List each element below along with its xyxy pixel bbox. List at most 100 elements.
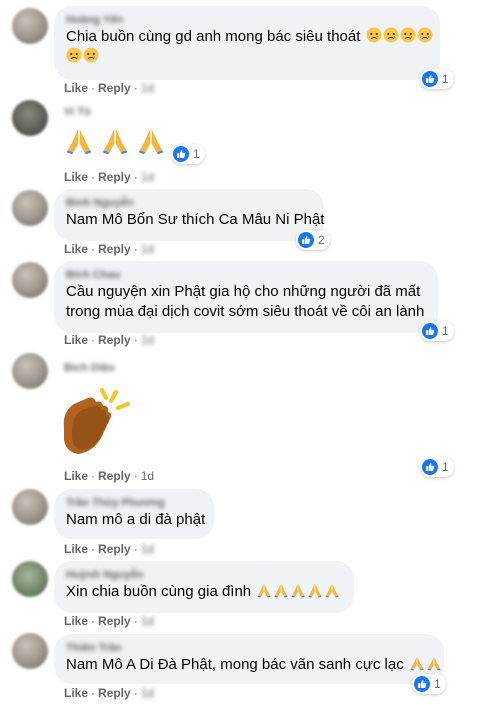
comment-text: Nam Mô Bổn Sư thích Ca Mâu Ni Phật <box>66 211 325 228</box>
separator: · <box>133 614 138 628</box>
separator: · <box>133 469 138 483</box>
comment-author[interactable]: Huỳnh Nguyễn <box>66 569 342 582</box>
avatar[interactable] <box>12 100 48 136</box>
reply-link[interactable]: Reply <box>98 333 131 347</box>
reaction-count[interactable]: 1 <box>420 457 454 477</box>
reaction-number: 1 <box>442 72 449 86</box>
comment-actions: Like · Reply · 1d <box>64 541 154 557</box>
separator: · <box>133 170 138 184</box>
comment-bubble: Bình Nguyễn Nam Mô Bổn Sư thích Ca Mâu N… <box>54 189 324 241</box>
like-reaction-icon <box>298 232 314 248</box>
comment-time[interactable]: 1d <box>141 686 154 700</box>
avatar[interactable] <box>12 8 48 44</box>
comment-actions: Like · Reply · 1d <box>64 332 154 348</box>
avatar[interactable] <box>12 262 48 298</box>
comment-actions: Like · Reply · 1d <box>64 80 154 96</box>
comment-text-line2: trong mùa đại dịch covit sớm siêu thoát … <box>66 303 425 320</box>
reaction-number: 2 <box>318 233 325 247</box>
sad-face-icon <box>66 48 99 65</box>
reaction-count[interactable]: 1 <box>420 321 454 341</box>
comment-author[interactable]: Vi Tú <box>64 106 124 119</box>
reply-link[interactable]: Reply <box>98 686 131 700</box>
comment-bubble: Bích Chau Cầu nguyện xin Phật gia hộ cho… <box>54 261 438 333</box>
comment-text-content: Chia buồn cùng gd anh mong bác siêu thoá… <box>66 28 361 45</box>
separator: · <box>91 686 96 700</box>
comment-actions: Like · Reply · 1d <box>64 685 154 701</box>
comment-text: Xin chia buồn cùng gia đình <box>66 582 342 602</box>
separator: · <box>91 242 96 256</box>
comment-time[interactable]: 1d <box>141 81 154 95</box>
reaction-number: 1 <box>193 147 200 161</box>
clapping-hands-icon <box>58 384 134 465</box>
reaction-number: 1 <box>434 677 441 691</box>
comment-time[interactable]: 1d <box>141 614 154 628</box>
like-reaction-icon <box>422 71 438 87</box>
comment-actions: Like · Reply · 1d <box>64 468 154 484</box>
separator: · <box>133 333 138 347</box>
like-link[interactable]: Like <box>64 686 88 700</box>
comment-bubble: Trần Thùy Phương Nam mô a di đà phật <box>54 489 214 539</box>
reply-link[interactable]: Reply <box>98 542 131 556</box>
comment-time[interactable]: 1d <box>141 242 154 256</box>
reaction-count[interactable]: 1 <box>420 69 454 89</box>
like-reaction-icon <box>173 146 189 162</box>
comment-actions: Like · Reply · 1d <box>64 241 154 257</box>
comment-time[interactable]: 1d <box>141 469 154 483</box>
reaction-count[interactable]: 2 <box>296 230 330 250</box>
comment-time[interactable]: 1d <box>141 333 154 347</box>
separator: · <box>91 469 96 483</box>
avatar[interactable] <box>12 561 48 597</box>
reply-link[interactable]: Reply <box>98 614 131 628</box>
avatar[interactable] <box>12 190 48 226</box>
reply-link[interactable]: Reply <box>98 81 131 95</box>
like-reaction-icon <box>422 323 438 339</box>
reply-link[interactable]: Reply <box>98 170 131 184</box>
reaction-count[interactable]: 1 <box>412 674 446 694</box>
comment-bubble: Huỳnh Nguyễn Xin chia buồn cùng gia đình <box>54 561 354 613</box>
comment-text-content: Xin chia buồn cùng gia đình <box>66 583 252 600</box>
like-link[interactable]: Like <box>64 614 88 628</box>
reaction-number: 1 <box>442 460 449 474</box>
like-reaction-icon <box>414 676 430 692</box>
avatar[interactable] <box>12 489 48 525</box>
like-link[interactable]: Like <box>64 469 88 483</box>
comment-author[interactable]: Thiên Trần <box>66 642 432 655</box>
comment-bubble: Thiên Trần Nam Mô A Di Đà Phật, mong bác… <box>54 634 444 684</box>
comment-text-line2 <box>66 47 428 67</box>
folded-hands-icon <box>408 656 442 673</box>
sad-face-icon <box>365 28 433 45</box>
avatar[interactable] <box>12 633 48 669</box>
like-link[interactable]: Like <box>64 542 88 556</box>
comment-bubble: Bích Diệu <box>54 360 134 384</box>
folded-hands-icon <box>64 124 166 161</box>
comment-text-line1: Cầu nguyện xin Phật gia hộ cho những ngư… <box>66 283 421 300</box>
separator: · <box>91 333 96 347</box>
like-link[interactable]: Like <box>64 170 88 184</box>
comment-author[interactable]: Trần Thùy Phương <box>66 497 202 510</box>
like-link[interactable]: Like <box>64 81 88 95</box>
like-link[interactable]: Like <box>64 242 88 256</box>
comment-time[interactable]: 1d <box>141 542 154 556</box>
comment-actions: Like · Reply · 1d <box>64 613 154 629</box>
separator: · <box>91 542 96 556</box>
reaction-count[interactable]: 1 <box>171 144 205 164</box>
like-link[interactable]: Like <box>64 333 88 347</box>
comment-text: Chia buồn cùng gd anh mong bác siêu thoá… <box>66 27 428 47</box>
comment-text: Nam mô a di đà phật <box>66 511 206 528</box>
avatar[interactable] <box>12 353 48 389</box>
separator: · <box>91 614 96 628</box>
separator: · <box>133 242 138 256</box>
separator: · <box>133 686 138 700</box>
comment-author[interactable]: Bích Chau <box>66 269 426 282</box>
comment-text: Nam Mô A Di Đà Phật, mong bác vãn sanh c… <box>66 655 432 675</box>
reply-link[interactable]: Reply <box>98 242 131 256</box>
comment-author[interactable]: Bích Diệu <box>64 362 124 375</box>
folded-hands-icon <box>255 583 340 600</box>
separator: · <box>133 81 138 95</box>
reply-link[interactable]: Reply <box>98 469 131 483</box>
separator: · <box>91 81 96 95</box>
comment-author[interactable]: Hoàng Yến <box>66 14 428 27</box>
comment-time[interactable]: 1d <box>141 170 154 184</box>
comment-actions: Like · Reply · 1d <box>64 169 154 185</box>
comment-author[interactable]: Bình Nguyễn <box>66 197 312 210</box>
